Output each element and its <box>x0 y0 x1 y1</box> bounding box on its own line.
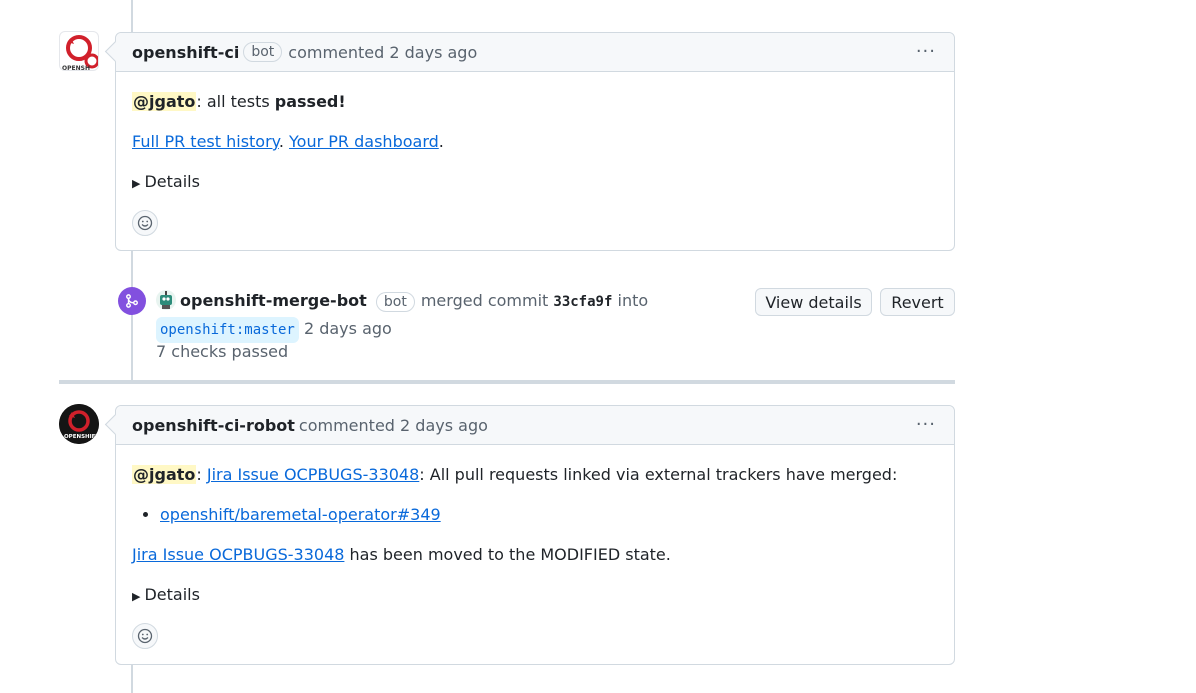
kebab-horizontal-icon[interactable]: ··· <box>916 414 936 435</box>
timeline-line <box>131 665 133 693</box>
avatar-openshift-merge-bot[interactable] <box>156 290 176 310</box>
comment-body: @jgato: Jira Issue OCPBUGS-33048: All pu… <box>116 445 954 651</box>
branch-name[interactable]: openshift:master <box>156 317 299 343</box>
pr-history-link[interactable]: Full PR test history <box>132 132 279 151</box>
comment-text: : All pull requests linked via external … <box>419 465 898 484</box>
user-mention[interactable]: @jgato <box>132 465 197 484</box>
comment-author[interactable]: openshift-ci-robot <box>132 416 295 435</box>
timeline-divider <box>59 380 955 384</box>
comment-timestamp[interactable]: commented 2 days ago <box>299 416 488 435</box>
add-reaction-button[interactable] <box>132 210 158 236</box>
merge-author[interactable]: openshift-merge-bot <box>180 291 367 310</box>
triangle-right-icon: ▶ <box>132 590 141 603</box>
smiley-icon <box>137 215 153 231</box>
jira-issue-link[interactable]: Jira Issue OCPBUGS-33048 <box>132 545 344 564</box>
comment-body: @jgato: all tests passed! Full PR test h… <box>116 72 954 238</box>
period-text: . <box>438 132 444 151</box>
openshift-logo-icon: OPENSHIFT <box>59 404 99 444</box>
merge-action: merged commit <box>420 291 549 310</box>
jira-issue-link[interactable]: Jira Issue OCPBUGS-33048 <box>207 465 419 484</box>
add-reaction-button[interactable] <box>132 623 158 649</box>
svg-text:OPENSH: OPENSH <box>62 65 90 71</box>
checks-status[interactable]: 7 checks passed <box>156 342 288 361</box>
user-mention[interactable]: @jgato <box>132 92 197 111</box>
timeline-line <box>131 250 133 382</box>
separator-text: . <box>278 132 290 151</box>
details-label: Details <box>144 585 200 604</box>
colon-text: : <box>196 465 207 484</box>
smiley-icon <box>137 628 153 644</box>
timeline-line <box>131 0 133 32</box>
commit-sha[interactable]: 33cfa9f <box>553 294 612 310</box>
comment-header: openshift-ci bot commented 2 days ago ··… <box>116 33 954 72</box>
details-label: Details <box>144 172 200 191</box>
details-toggle[interactable]: ▶ Details <box>132 170 938 196</box>
pr-dashboard-link[interactable]: Your PR dashboard <box>289 132 439 151</box>
robot-avatar-icon <box>160 291 172 309</box>
git-merge-icon <box>118 287 146 315</box>
comment-text: : all tests <box>196 92 275 111</box>
merge-event: openshift-merge-bot bot merged commit 33c… <box>156 288 716 343</box>
triangle-right-icon: ▶ <box>132 177 141 190</box>
avatar-openshift-ci-robot[interactable]: OPENSHIFT <box>59 404 99 444</box>
into-text: into <box>617 291 649 310</box>
bot-badge: bot <box>375 292 415 312</box>
avatar-openshift-ci[interactable]: OPENSH <box>59 31 99 71</box>
passed-text: passed! <box>274 92 346 111</box>
openshift-logo-icon: OPENSH <box>62 35 98 71</box>
linked-pr-link[interactable]: openshift/baremetal-operator#349 <box>160 505 441 524</box>
comment-openshift-ci: openshift-ci bot commented 2 days ago ··… <box>115 32 955 251</box>
comment-header: openshift-ci-robot commented 2 days ago … <box>116 406 954 445</box>
bot-badge: bot <box>243 42 283 62</box>
details-toggle[interactable]: ▶ Details <box>132 583 938 609</box>
linked-pr-list: openshift/baremetal-operator#349 <box>160 503 938 527</box>
svg-text:OPENSHIFT: OPENSHIFT <box>64 434 99 440</box>
comment-author[interactable]: openshift-ci <box>132 43 239 62</box>
view-details-button[interactable]: View details <box>755 288 872 316</box>
revert-button[interactable]: Revert <box>880 288 955 316</box>
comment-timestamp[interactable]: commented 2 days ago <box>288 43 477 62</box>
comment-text: has been moved to the MODIFIED state. <box>344 545 671 564</box>
list-item: openshift/baremetal-operator#349 <box>160 503 938 527</box>
kebab-horizontal-icon[interactable]: ··· <box>916 41 936 62</box>
merge-timestamp[interactable]: 2 days ago <box>304 319 392 338</box>
comment-openshift-ci-robot: openshift-ci-robot commented 2 days ago … <box>115 405 955 665</box>
